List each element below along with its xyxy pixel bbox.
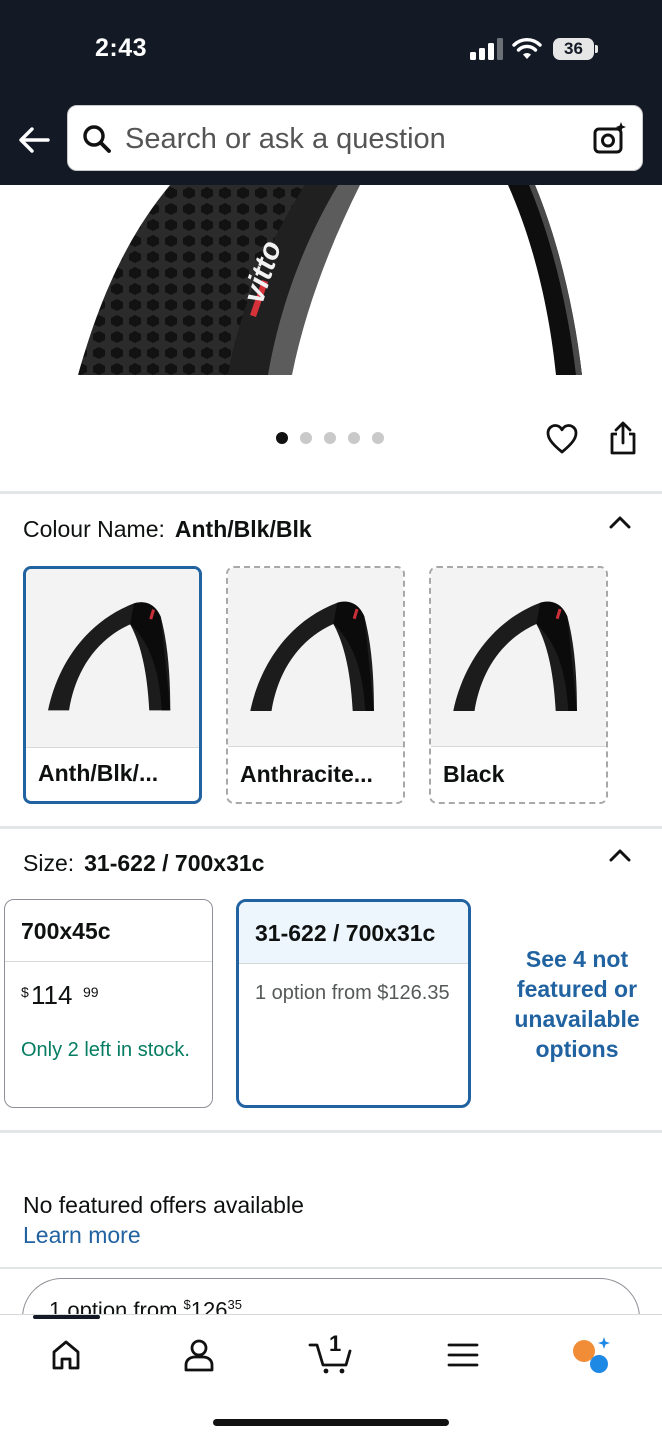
search-header: Search or ask a question — [0, 100, 662, 185]
price-fraction: 99 — [83, 984, 99, 1000]
size-option-700x45c[interactable]: 700x45c $ 114 99 Only 2 left in stock. — [4, 899, 213, 1108]
colour-option-label: Anthracite... — [240, 761, 373, 787]
size-option-label: 31-622 / 700x31c — [255, 920, 436, 946]
colour-option-label: Black — [443, 761, 505, 787]
share-icon[interactable] — [607, 420, 639, 456]
heart-icon[interactable] — [545, 422, 579, 456]
battery-indicator: 36 — [553, 38, 599, 62]
no-offers-text: No featured offers available — [23, 1192, 304, 1218]
size-label: Size: 31-622 / 700x31c — [23, 850, 264, 877]
bottom-nav: 1 — [0, 1314, 662, 1440]
status-time: 2:43 — [95, 34, 148, 62]
cart-button[interactable]: 1 — [308, 1331, 354, 1375]
product-image[interactable]: vitto — [0, 185, 662, 375]
section-divider — [0, 1267, 662, 1269]
back-arrow-icon[interactable] — [16, 122, 52, 158]
size-label-text: Size: — [23, 850, 75, 876]
search-placeholder: Search or ask a question — [125, 123, 446, 155]
size-selected-value: 31-622 / 700x31c — [84, 850, 265, 876]
learn-more-link[interactable]: Learn more — [23, 1222, 141, 1249]
rufus-icon[interactable] — [572, 1335, 612, 1375]
colour-option-anth-blk-blk[interactable]: Anth/Blk/... — [23, 566, 202, 804]
search-input[interactable]: Search or ask a question — [67, 105, 643, 171]
carousel-dot[interactable] — [324, 432, 336, 444]
home-icon[interactable] — [48, 1337, 84, 1373]
section-divider — [0, 826, 662, 829]
menu-icon[interactable] — [445, 1337, 481, 1373]
tire-thumbnail — [228, 568, 403, 746]
stock-status: Only 2 left in stock. — [21, 1039, 190, 1061]
colour-option-label: Anth/Blk/... — [38, 760, 159, 786]
active-tab-indicator — [33, 1315, 100, 1319]
tire-thumbnail — [26, 569, 199, 747]
section-divider — [0, 1130, 662, 1133]
colour-name-label: Colour Name: Anth/Blk/Blk — [23, 516, 312, 543]
option-from-price: 1 option from $126.35 — [255, 982, 450, 1004]
wifi-icon — [512, 38, 542, 59]
section-divider — [0, 491, 662, 494]
chevron-up-icon[interactable] — [606, 512, 634, 532]
offers-pill-symbol: $ — [183, 1297, 191, 1312]
carousel-dot[interactable] — [372, 432, 384, 444]
price-whole: 114 — [31, 980, 73, 1010]
colour-option-anthracite[interactable]: Anthracite... — [226, 566, 405, 804]
status-bar: 2:43 36 — [0, 0, 662, 100]
carousel-dot[interactable] — [300, 432, 312, 444]
cellular-signal-icon — [470, 38, 504, 60]
colour-label-text: Colour Name: — [23, 516, 165, 542]
see-unavailable-options-link[interactable]: See 4 not featured or unavailable option… — [497, 944, 657, 1064]
battery-level: 36 — [564, 39, 583, 58]
size-option-31-622[interactable]: 31-622 / 700x31c 1 option from $126.35 — [236, 899, 471, 1108]
offers-pill-fraction: 35 — [227, 1297, 242, 1312]
colour-selected-value: Anth/Blk/Blk — [174, 516, 312, 542]
tire-thumbnail — [431, 568, 606, 746]
search-icon — [83, 125, 111, 153]
colour-option-black[interactable]: Black — [429, 566, 608, 804]
cart-count: 1 — [329, 1331, 342, 1356]
home-indicator-bar — [213, 1419, 449, 1426]
tire-image: vitto — [78, 185, 582, 375]
chevron-up-icon[interactable] — [606, 845, 634, 865]
price-symbol: $ — [21, 984, 29, 1000]
size-option-label: 700x45c — [21, 918, 111, 944]
camera-search-icon[interactable] — [592, 120, 628, 156]
account-icon[interactable] — [181, 1337, 217, 1373]
carousel-dot[interactable] — [276, 432, 288, 444]
image-carousel-dots[interactable] — [276, 432, 384, 446]
carousel-dot[interactable] — [348, 432, 360, 444]
